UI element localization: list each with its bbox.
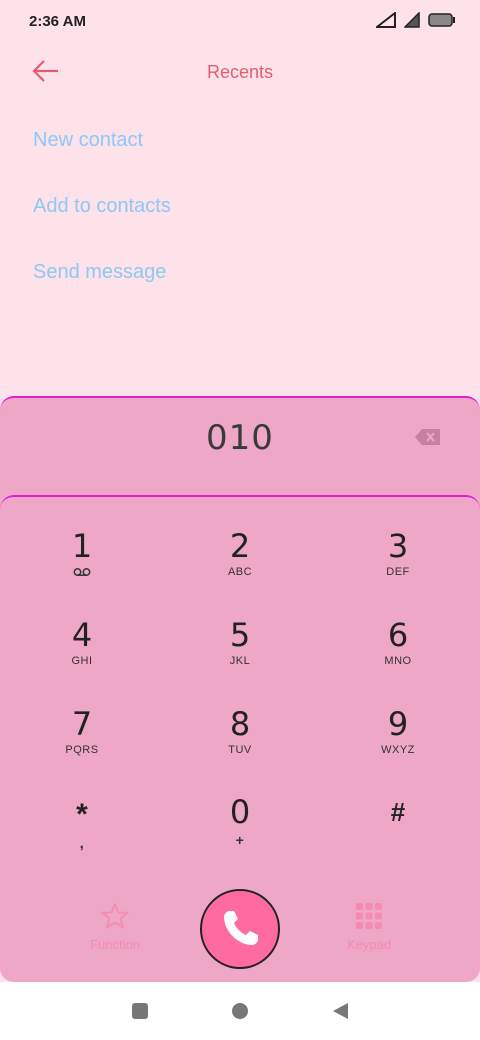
back-nav-button[interactable] [331, 1002, 349, 1025]
navigation-bar [0, 982, 480, 1040]
dialpad-icon [356, 903, 382, 929]
key-digit: 4 [71, 616, 93, 654]
key-3[interactable]: 3 DEF [323, 528, 473, 608]
home-nav-button[interactable] [231, 1002, 249, 1025]
key-2[interactable]: 2 ABC [165, 528, 315, 608]
status-time: 2:36 AM [29, 13, 86, 30]
key-digit: 9 [387, 705, 409, 743]
key-letters: ABC [227, 566, 253, 578]
key-star[interactable]: * , [7, 797, 157, 877]
key-letters: MNO [384, 655, 412, 667]
key-letters: GHI [71, 655, 93, 667]
key-letters: PQRS [65, 744, 99, 756]
key-6[interactable]: 6 MNO [323, 617, 473, 697]
signal-icon [376, 12, 396, 28]
key-digit: 7 [71, 705, 93, 743]
recents-nav-button[interactable] [131, 1002, 149, 1025]
keypad-toggle-button[interactable]: Keypad [319, 902, 419, 952]
key-digit: 3 [387, 527, 409, 565]
key-letters: + [235, 832, 245, 848]
key-digit: * [76, 798, 88, 831]
key-letters: , [79, 835, 85, 852]
key-7[interactable]: 7 PQRS [7, 706, 157, 786]
key-digit: 8 [229, 705, 251, 743]
key-0[interactable]: 0 + [165, 794, 315, 874]
status-icons [376, 12, 456, 28]
key-letters: JKL [229, 655, 251, 667]
key-1[interactable]: 1 [7, 528, 157, 608]
key-digit: 2 [229, 527, 251, 565]
top-bar: Recents [0, 44, 480, 100]
key-letters: TUV [228, 744, 252, 756]
key-digit: 5 [229, 616, 251, 654]
key-hash[interactable]: # [323, 794, 473, 874]
keypad-label: Keypad [346, 937, 392, 952]
key-8[interactable]: 8 TUV [165, 706, 315, 786]
key-digit: 1 [71, 527, 93, 565]
status-bar: 2:36 AM [0, 0, 480, 44]
voicemail-icon [73, 568, 91, 576]
add-to-contacts-link[interactable]: Add to contacts [33, 195, 171, 218]
key-digit: 6 [387, 616, 409, 654]
battery-icon [428, 13, 455, 27]
backspace-icon [415, 429, 440, 445]
triangle-back-icon [333, 1003, 348, 1019]
phone-icon [224, 911, 258, 945]
key-letters: DEF [386, 566, 410, 578]
square-icon [132, 1003, 148, 1019]
key-letters: WXYZ [381, 744, 415, 756]
page-title: Recents [206, 62, 274, 82]
signal-2-icon [404, 12, 420, 28]
key-5[interactable]: 5 JKL [165, 617, 315, 697]
backspace-button[interactable] [414, 427, 442, 447]
call-button[interactable] [200, 889, 280, 969]
dialed-number: 010 [206, 418, 274, 458]
send-message-link[interactable]: Send message [33, 261, 166, 284]
key-9[interactable]: 9 WXYZ [323, 706, 473, 786]
key-4[interactable]: 4 GHI [7, 617, 157, 697]
star-icon [101, 903, 129, 929]
key-digit: # [390, 797, 406, 827]
circle-icon [232, 1003, 248, 1019]
function-label: Function [90, 937, 140, 952]
key-digit: 0 [229, 793, 251, 831]
function-button[interactable]: Function [65, 902, 165, 952]
new-contact-link[interactable]: New contact [33, 129, 143, 152]
